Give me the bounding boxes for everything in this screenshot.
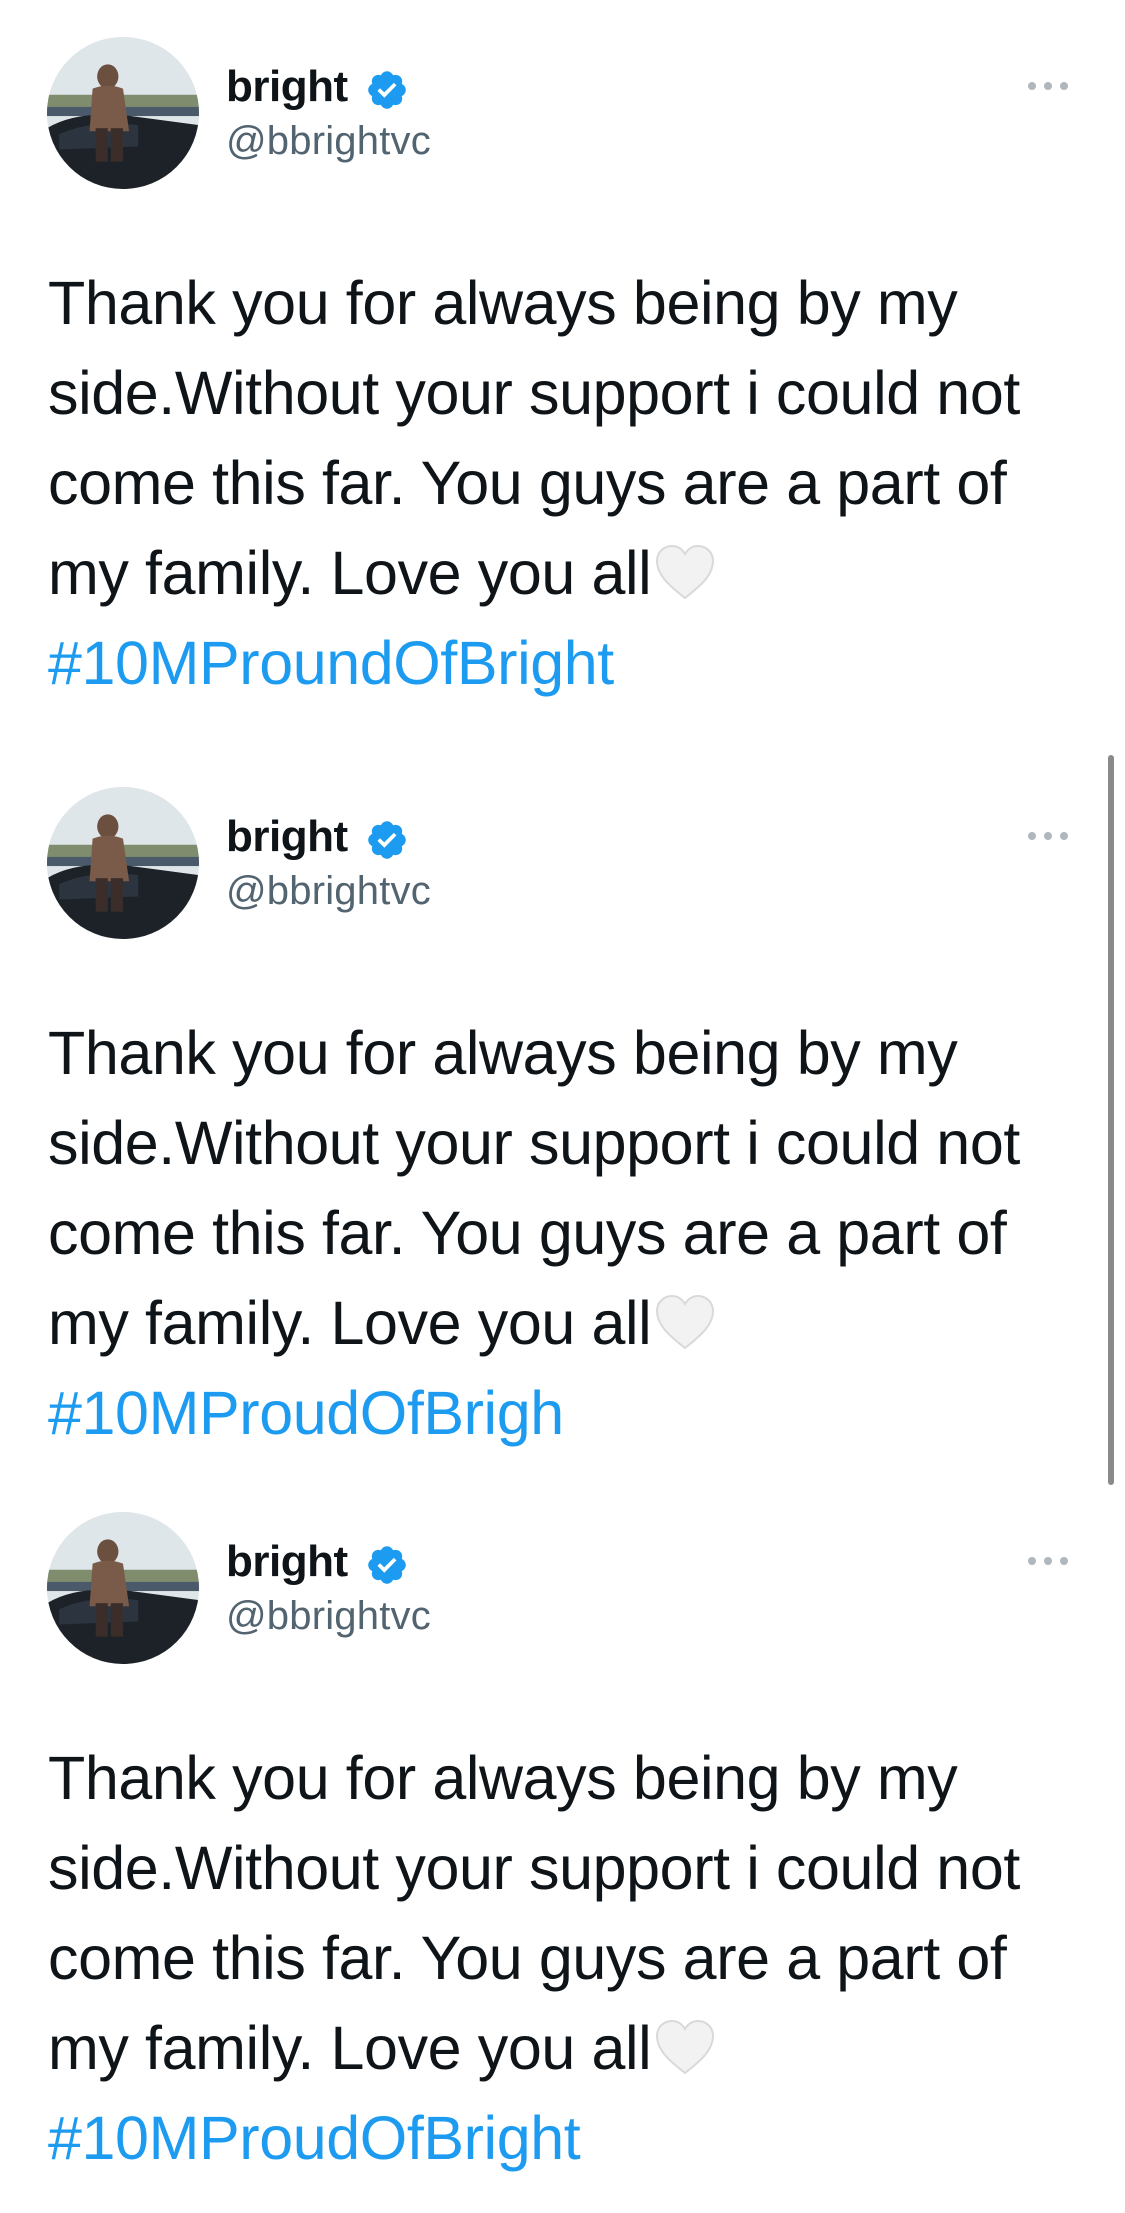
tweet-text-line: Thank you for always being by my [48,1744,958,1812]
author-handle[interactable]: @bbrightvc [226,116,431,166]
more-options-icon[interactable] [1026,76,1070,96]
tweet-text-line: my family. Love you all [48,2014,652,2082]
white-heart-emoji-icon [653,2017,717,2077]
hashtag-link[interactable]: #10MProudOfBrigh [48,1368,1108,1458]
tweet-card[interactable]: bright @bbrightvc Thank you for always b… [0,0,1125,700]
tweet-text-line: Thank you for always being by my [48,269,958,337]
author-handle[interactable]: @bbrightvc [226,866,431,916]
tweet-text-line: my family. Love you all [48,1289,652,1357]
hashtag-link[interactable]: #10MProudOfBright [48,2093,1108,2183]
verified-badge-icon [365,818,409,862]
author-display-name[interactable]: bright [226,1535,348,1589]
more-options-icon[interactable] [1026,1551,1070,1571]
tweet-text-line: my family. Love you all [48,539,652,607]
avatar[interactable] [47,787,199,939]
tweet-text-line-with-emoji: my family. Love you all [48,528,1108,618]
verified-badge-icon [365,68,409,112]
tweet-text: Thank you for always being by my side.Wi… [48,1733,1108,2183]
hashtag-link[interactable]: #10MProundOfBright [48,618,1108,708]
tweet-text-line: side.Without your support i could not [48,1834,1020,1902]
tweet-text-line-with-emoji: my family. Love you all [48,1278,1108,1368]
more-options-icon[interactable] [1026,826,1070,846]
tweet-text-line: come this far. You guys are a part of [48,1199,1007,1267]
tweet-card[interactable]: bright @bbrightvc Thank you for always b… [0,750,1125,1450]
tweet-text-line: side.Without your support i could not [48,359,1020,427]
author-display-name[interactable]: bright [226,60,348,114]
tweet-text-line: side.Without your support i could not [48,1109,1020,1177]
white-heart-emoji-icon [653,542,717,602]
tweet-text-line: come this far. You guys are a part of [48,449,1007,517]
avatar[interactable] [47,1512,199,1664]
tweet-text: Thank you for always being by my side.Wi… [48,1008,1108,1458]
avatar[interactable] [47,37,199,189]
verified-badge-icon [365,1543,409,1587]
scroll-indicator[interactable] [1108,755,1114,1485]
tweet-text: Thank you for always being by my side.Wi… [48,258,1108,708]
author-display-name[interactable]: bright [226,810,348,864]
white-heart-emoji-icon [653,1292,717,1352]
tweet-text-line: Thank you for always being by my [48,1019,958,1087]
tweet-text-line-with-emoji: my family. Love you all [48,2003,1108,2093]
tweet-card[interactable]: bright @bbrightvc Thank you for always b… [0,1475,1125,2175]
tweet-text-line: come this far. You guys are a part of [48,1924,1007,1992]
author-handle[interactable]: @bbrightvc [226,1591,431,1641]
